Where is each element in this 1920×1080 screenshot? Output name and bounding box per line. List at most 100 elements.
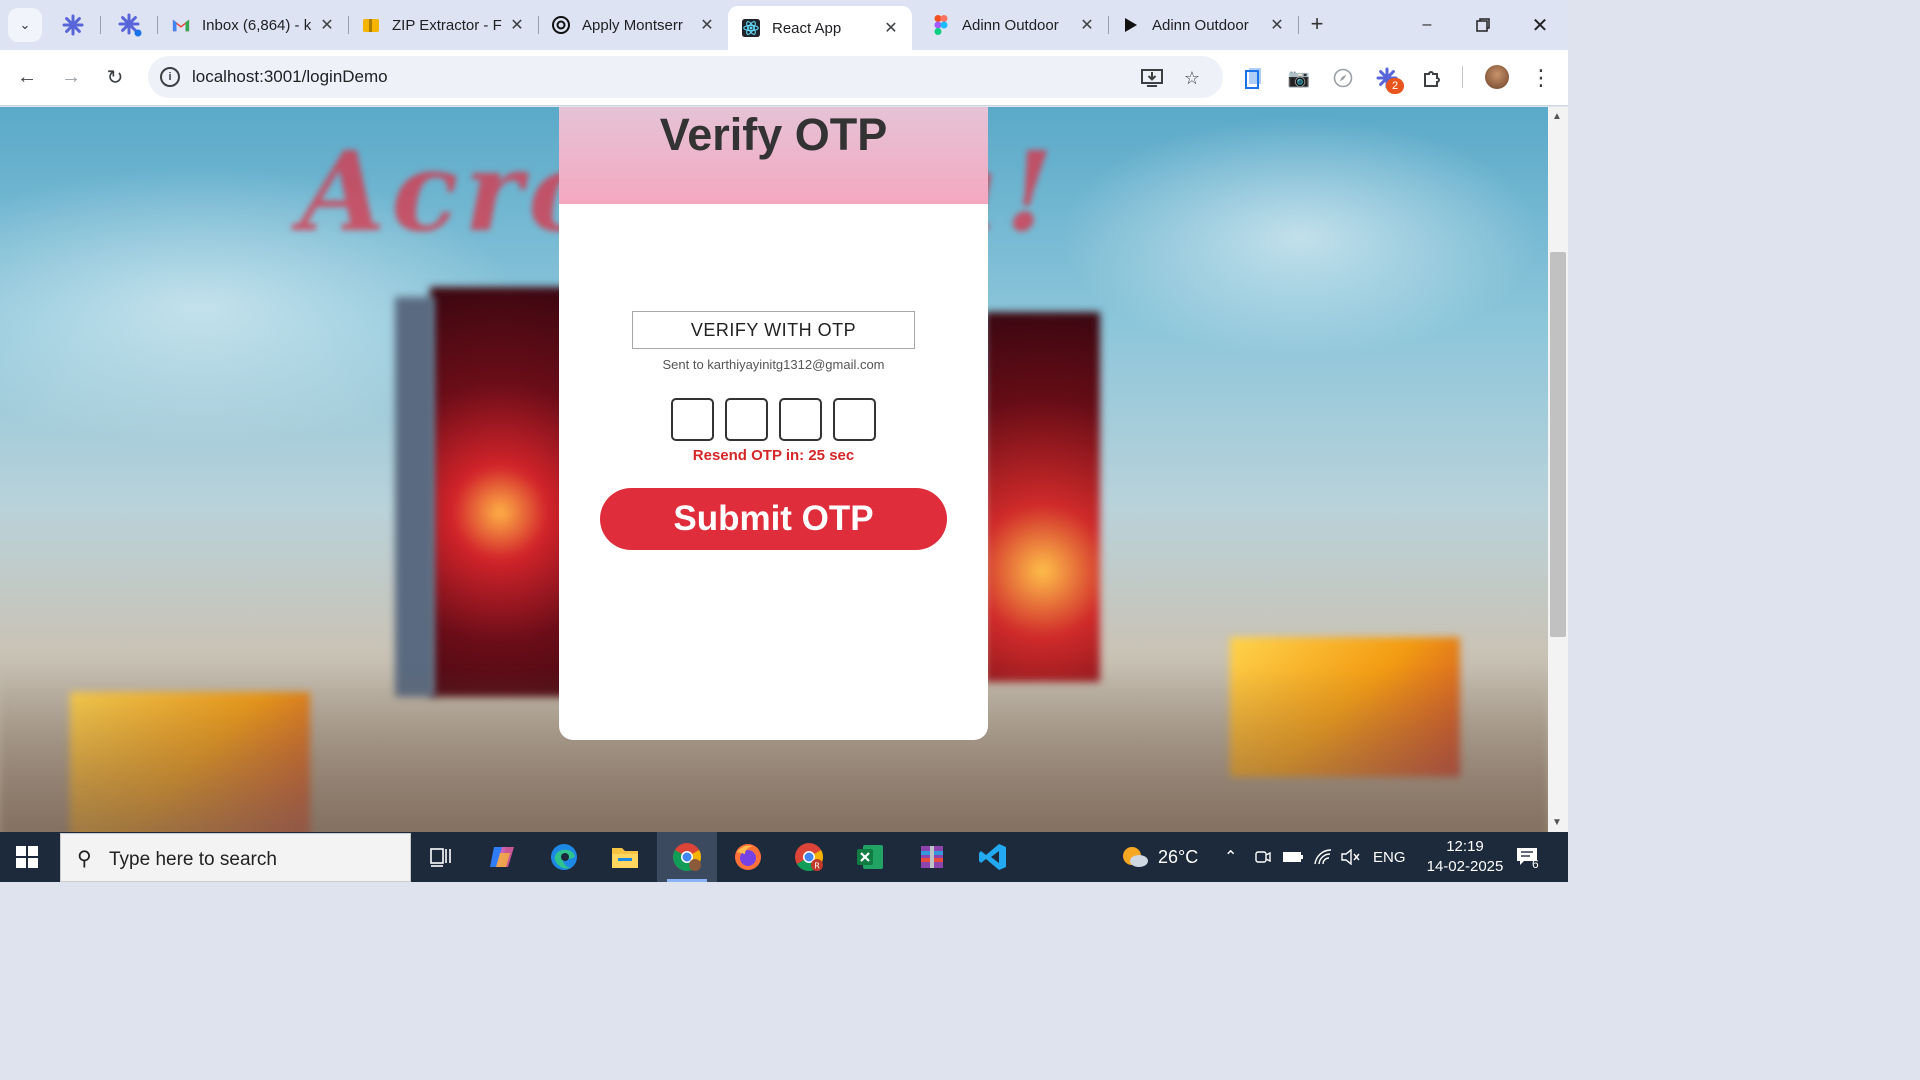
tab-title: ZIP Extractor - F: [392, 16, 502, 34]
page-title: Verify OTP: [659, 109, 888, 160]
tab-search-button[interactable]: ⌄: [8, 8, 42, 42]
battery-icon[interactable]: [1282, 832, 1304, 882]
scrollbar-thumb[interactable]: [1550, 252, 1566, 637]
tab-title: Adinn Outdoor: [1152, 16, 1249, 34]
weather-widget[interactable]: 26°C: [1120, 832, 1198, 882]
tab-zip-extractor[interactable]: ZIP Extractor - F ✕: [348, 8, 538, 42]
taskbar-vscode[interactable]: [963, 832, 1023, 882]
close-icon[interactable]: ✕: [1076, 15, 1098, 35]
pinned-tab-2[interactable]: [115, 10, 145, 40]
restore-button[interactable]: [1468, 10, 1498, 40]
billboard-right: [985, 312, 1100, 682]
close-icon[interactable]: ✕: [880, 18, 902, 38]
building: [395, 297, 435, 697]
vscode-icon: [979, 844, 1006, 870]
language-indicator[interactable]: ENG: [1373, 832, 1406, 882]
screenshot-extension-button[interactable]: 📷: [1285, 64, 1313, 92]
otp-digit-1[interactable]: [671, 398, 714, 441]
tab-title: React App: [772, 19, 842, 37]
taskbar-file-explorer[interactable]: [595, 832, 655, 882]
wifi-icon[interactable]: [1313, 832, 1333, 882]
tab-react-app[interactable]: React App ✕: [728, 6, 912, 50]
extension-button[interactable]: [1240, 64, 1268, 92]
scroll-up-icon[interactable]: ▲: [1552, 111, 1562, 122]
reload-icon: ↻: [106, 66, 124, 89]
reload-button[interactable]: ↻: [100, 62, 130, 92]
close-icon[interactable]: ✕: [696, 15, 718, 35]
scroll-down-icon[interactable]: ▼: [1552, 817, 1562, 828]
compass-icon: [1333, 68, 1353, 88]
taskbar-chrome-profile[interactable]: R: [779, 832, 839, 882]
notification-count: 6: [1532, 857, 1539, 871]
restore-icon: [1476, 18, 1490, 32]
close-icon[interactable]: ✕: [316, 15, 338, 35]
site-info-icon[interactable]: i: [160, 67, 180, 87]
search-icon: ⚲: [77, 848, 92, 870]
close-icon[interactable]: ✕: [506, 15, 528, 35]
folder-icon: [612, 848, 638, 868]
chevron-down-icon: ⌄: [19, 17, 31, 32]
install-app-icon[interactable]: [1140, 66, 1164, 90]
tab-title: Inbox (6,864) - k: [202, 16, 312, 34]
compass-extension-button[interactable]: [1329, 64, 1357, 92]
edge-icon: [551, 844, 577, 870]
pinned-tab-1[interactable]: [58, 10, 88, 40]
show-hidden-icons[interactable]: ⌃: [1224, 832, 1237, 882]
taskbar-excel[interactable]: [840, 832, 900, 882]
figma-icon: [932, 15, 950, 35]
play-icon: [1122, 16, 1140, 34]
vertical-scrollbar[interactable]: ▲ ▼: [1548, 107, 1568, 832]
task-view-button[interactable]: [411, 832, 471, 882]
chrome-icon: [673, 843, 701, 871]
openai-icon: [552, 16, 570, 34]
taskbar-edge[interactable]: [534, 832, 594, 882]
notification-center-button[interactable]: 6: [1515, 832, 1539, 882]
taskbar-search-input[interactable]: ⚲ Type here to search: [60, 833, 411, 882]
back-button[interactable]: ←: [12, 62, 42, 92]
chevron-up-icon: ⌃: [1224, 849, 1238, 866]
puzzle-icon: [1424, 71, 1440, 87]
search-placeholder: Type here to search: [109, 849, 277, 870]
browser-menu-button[interactable]: ⋮: [1527, 64, 1555, 92]
asterisk-icon: [118, 13, 142, 37]
tab-strip: ⌄ Inbox (6,864) - k ✕ ZIP Extractor - F …: [0, 0, 1568, 50]
system-clock[interactable]: 12:19 14-02-2025: [1425, 837, 1505, 877]
taskbar-winrar[interactable]: [902, 832, 962, 882]
avatar[interactable]: [1485, 65, 1509, 89]
close-icon[interactable]: ✕: [1266, 15, 1288, 35]
forward-button[interactable]: →: [56, 62, 86, 92]
taskbar-chrome[interactable]: [657, 832, 717, 882]
zip-extractor-icon: [362, 16, 380, 34]
taskbar-firefox[interactable]: [718, 832, 778, 882]
volume-muted-icon[interactable]: [1340, 832, 1360, 882]
react-icon: [742, 19, 760, 37]
taskbar-copilot[interactable]: [473, 832, 533, 882]
otp-digit-3[interactable]: [779, 398, 822, 441]
submit-otp-button[interactable]: Submit OTP: [600, 488, 947, 550]
extension-badge: 2: [1386, 78, 1404, 94]
tab-title: Adinn Outdoor: [962, 16, 1059, 34]
start-button[interactable]: [16, 846, 38, 868]
close-window-button[interactable]: ✕: [1525, 10, 1555, 40]
resend-countdown: Resend OTP in: 25 sec: [692, 447, 855, 464]
arrow-right-icon: →: [61, 65, 81, 88]
bookmark-star-icon[interactable]: ☆: [1180, 66, 1204, 90]
otp-digit-4[interactable]: [833, 398, 876, 441]
url-text[interactable]: localhost:3001/loginDemo: [192, 67, 388, 87]
extensions-menu-button[interactable]: [1418, 64, 1446, 92]
tab-adinn-outdoor[interactable]: Adinn Outdoor ✕: [1108, 8, 1298, 42]
new-tab-button[interactable]: +: [1303, 10, 1331, 38]
minimize-button[interactable]: –: [1412, 10, 1442, 40]
meet-now-icon[interactable]: [1255, 832, 1271, 882]
tab-gmail[interactable]: Inbox (6,864) - k ✕: [158, 8, 348, 42]
otp-digit-2[interactable]: [725, 398, 768, 441]
gmail-icon: [172, 16, 190, 34]
otp-card: Verify OTP VERIFY WITH OTP Sent to karth…: [559, 107, 988, 740]
address-bar[interactable]: i localhost:3001/loginDemo ☆: [148, 56, 1223, 98]
excel-icon: [857, 845, 883, 869]
clock-time: 12:19: [1446, 838, 1484, 855]
weather-icon: [1123, 847, 1148, 867]
tab-figma[interactable]: Adinn Outdoor ✕: [918, 8, 1108, 42]
sent-to-text: Sent to karthiyayinitg1312@gmail.com: [662, 357, 885, 372]
tab-chatgpt[interactable]: Apply Montserr ✕: [538, 8, 728, 42]
